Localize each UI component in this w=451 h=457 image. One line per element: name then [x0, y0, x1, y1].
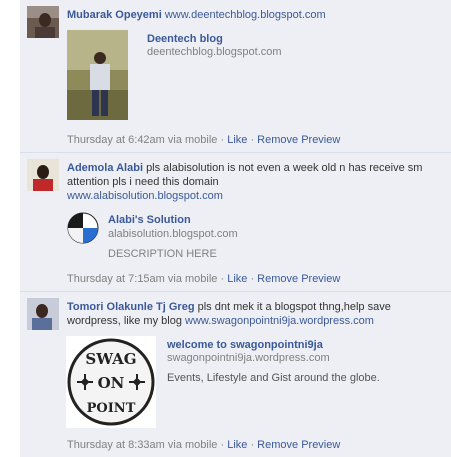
swag-on-point-logo[interactable]: SWAG ON POINT	[66, 336, 156, 428]
comment-text: Ademola Alabi pls alabisolution is not e…	[67, 161, 447, 203]
avatar[interactable]	[27, 298, 59, 330]
comment-link[interactable]: www.swagonpointni9ja.wordpress.com	[185, 315, 374, 327]
remove-preview-link[interactable]: Remove Preview	[257, 134, 340, 146]
avatar[interactable]	[27, 159, 59, 191]
preview-description: Events, Lifestyle and Gist around the gl…	[167, 372, 380, 384]
timestamp: Thursday at 6:42am via mobile	[67, 134, 218, 146]
meta-separator: ·	[247, 439, 258, 451]
preview-domain: alabisolution.blogspot.com	[108, 228, 238, 240]
comment-link[interactable]: www.deentechblog.blogspot.com	[165, 9, 326, 21]
like-link[interactable]: Like	[227, 439, 247, 451]
preview-thumbnail[interactable]	[67, 30, 128, 120]
author-name[interactable]: Ademola Alabi	[67, 162, 143, 174]
preview-title[interactable]: welcome to swagonpointni9ja	[167, 339, 323, 351]
meta-separator: ·	[217, 273, 228, 285]
comment-link[interactable]: www.alabisolution.blogspot.com	[67, 190, 223, 202]
preview-domain: swagonpointni9ja.wordpress.com	[167, 352, 330, 364]
divider	[20, 152, 451, 153]
logo-text-point: POINT	[87, 401, 136, 416]
meta-separator: ·	[217, 134, 228, 146]
logo-text-swag: SWAG	[85, 350, 136, 368]
comments-panel: Mubarak Opeyemi www.deentechblog.blogspo…	[20, 0, 451, 457]
remove-preview-link[interactable]: Remove Preview	[257, 439, 340, 451]
comment-text: Tomori Olakunle Tj Greg pls dnt mek it a…	[67, 300, 447, 328]
meta-separator: ·	[247, 273, 258, 285]
avatar[interactable]	[27, 6, 59, 38]
timestamp: Thursday at 8:33am via mobile	[67, 439, 218, 451]
preview-description: DESCRIPTION HERE	[108, 248, 217, 260]
comment-text: Mubarak Opeyemi www.deentechblog.blogspo…	[67, 8, 447, 22]
preview-title[interactable]: Deentech blog	[147, 33, 223, 45]
comment-meta: Thursday at 7:15am via mobile · Like · R…	[67, 273, 340, 285]
meta-separator: ·	[217, 439, 228, 451]
comment-meta: Thursday at 8:33am via mobile · Like · R…	[67, 439, 340, 451]
remove-preview-link[interactable]: Remove Preview	[257, 273, 340, 285]
author-name[interactable]: Mubarak Opeyemi	[67, 9, 162, 21]
like-link[interactable]: Like	[227, 134, 247, 146]
meta-separator: ·	[247, 134, 258, 146]
like-link[interactable]: Like	[227, 273, 247, 285]
author-name[interactable]: Tomori Olakunle Tj Greg	[67, 301, 195, 313]
preview-domain: deentechblog.blogspot.com	[147, 46, 282, 58]
comment-meta: Thursday at 6:42am via mobile · Like · R…	[67, 134, 340, 146]
preview-thumbnail[interactable]	[67, 212, 99, 244]
divider	[20, 291, 451, 292]
timestamp: Thursday at 7:15am via mobile	[67, 273, 218, 285]
logo-text-on: ON	[98, 374, 125, 392]
preview-title[interactable]: Alabi's Solution	[108, 214, 191, 226]
